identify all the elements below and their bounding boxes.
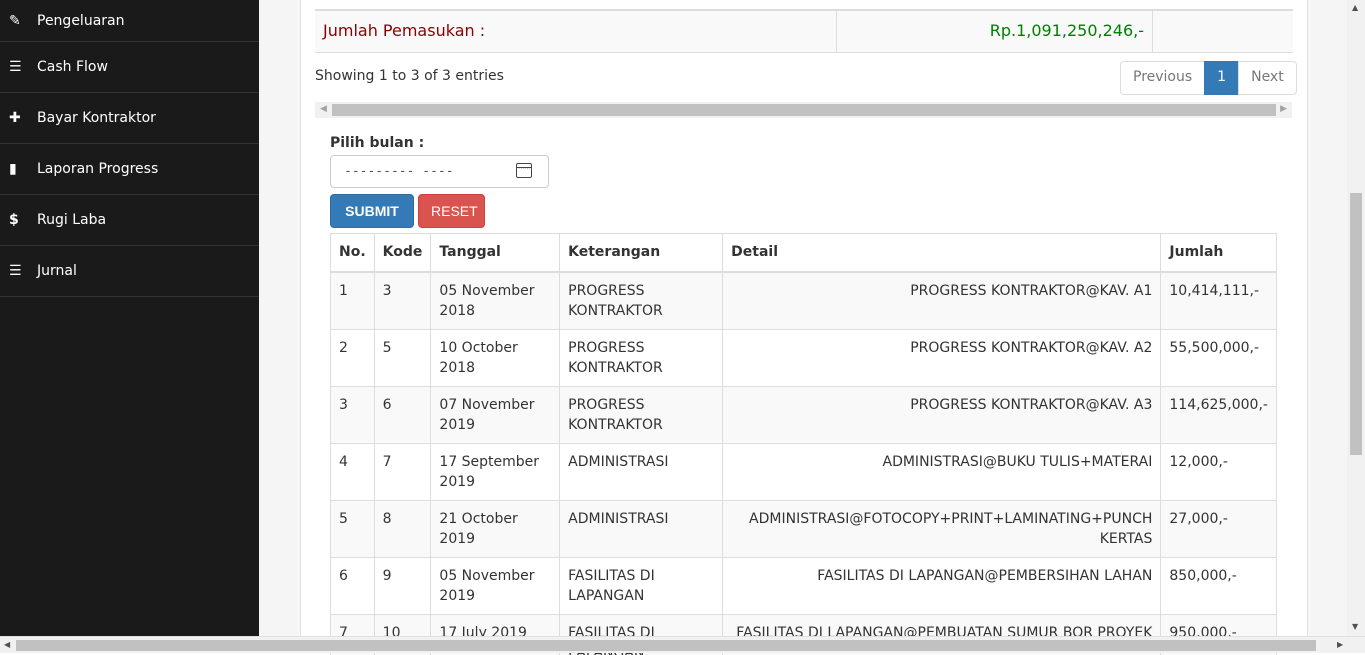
sidebar-item-rugi-laba[interactable]: $ Rugi Laba [0,195,259,246]
sidebar-item-jurnal[interactable]: ☰ Jurnal [0,246,259,297]
cell-keterangan: ADMINISTRASI [559,442,724,501]
cell-detail: ADMINISTRASI@BUKU TULIS+MATERAI [722,442,1162,501]
cell-tanggal: 10 October 2018 [430,328,561,387]
cell-detail: ADMINISTRASI@FOTOCOPY+PRINT+LAMINATING+P… [722,499,1162,558]
sidebar: ✎ Pengeluaran ☰ Cash Flow ✚ Bayar Kontraktor ▮… [0,0,259,636]
sidebar-item-cash-flow[interactable]: ☰ Cash Flow [0,42,259,93]
cell-jumlah: 10,414,111,- [1160,271,1277,330]
header-keterangan[interactable]: Keterangan [559,233,724,273]
cell-detail: PROGRESS KONTRAKTOR@KAV. A1 [722,271,1162,330]
scroll-down-icon[interactable]: ▼ [1352,622,1358,631]
cell-jumlah: 850,000,- [1160,556,1277,615]
cell-jumlah: 27,000,- [1160,499,1277,558]
table-row: 5 8 21 October 2019 ADMINISTRASI ADMINISTRAS… [330,499,1277,558]
cell-kode: 8 [373,499,432,558]
sidebar-item-label: Bayar Kontraktor [37,110,156,126]
cell-tanggal: 21 October 2019 [430,499,561,558]
submit-button[interactable]: SUBMIT [330,194,414,228]
cell-keterangan: FASILITAS DI LAPANGAN [559,556,724,615]
table-row: 4 7 17 September 2019 ADMINISTRASI ADMINISTR… [330,442,1277,501]
next-page-button[interactable]: Next [1238,61,1297,95]
cell-keterangan: PROGRESS KONTRAKTOR [559,385,724,444]
total-empty-cell [1153,11,1293,52]
entries-info: Showing 1 to 3 of 3 entries [315,68,504,84]
cell-no: 4 [330,442,375,501]
scroll-up-icon[interactable]: ▲ [1352,3,1358,12]
scrollbar-thumb[interactable] [332,104,1276,116]
header-kode[interactable]: Kode [373,233,432,273]
cell-kode: 3 [373,271,432,330]
sidebar-item-label: Cash Flow [37,59,108,75]
previous-page-button[interactable]: Previous [1120,61,1206,95]
cell-jumlah: 114,625,000,- [1160,385,1277,444]
scroll-right-icon[interactable]: ▶ [1280,104,1287,114]
page-scroll-left-icon[interactable]: ◀ [4,640,10,649]
total-income-value: Rp.1,091,250,246,- [837,11,1153,52]
cell-no: 5 [330,499,375,558]
page-scroll-right-icon[interactable]: ▶ [1337,640,1343,649]
cell-tanggal: 05 November 2019 [430,556,561,615]
cell-kode: 9 [373,556,432,615]
cell-kode: 5 [373,328,432,387]
cell-no: 3 [330,385,375,444]
total-row: Jumlah Pemasukan : Rp.1,091,250,246,- [315,11,1293,53]
journal-icon: ☰ [9,263,22,279]
month-filter-label: Pilih bulan : [330,135,425,151]
cell-keterangan: ADMINISTRASI [559,499,724,558]
header-tanggal[interactable]: Tanggal [430,233,561,273]
pagination: Previous 1 Next [1120,61,1297,95]
sidebar-item-label: Jurnal [37,263,77,279]
cell-tanggal: 17 September 2019 [430,442,561,501]
table-row: 6 9 05 November 2019 FASILITAS DI LAPANGAN F… [330,556,1277,615]
dollar-icon: $ [9,212,19,228]
cell-no: 1 [330,271,375,330]
sidebar-item-label: Rugi Laba [37,212,107,228]
cell-keterangan: PROGRESS KONTRAKTOR [559,271,724,330]
sidebar-item-pengeluaran[interactable]: ✎ Pengeluaran [0,0,259,42]
sidebar-item-laporan-progress[interactable]: ▮ Laporan Progress [0,144,259,195]
page-scrollbar-thumb[interactable] [16,640,1316,651]
cell-jumlah: 12,000,- [1160,442,1277,501]
cell-detail: PROGRESS KONTRAKTOR@KAV. A2 [722,328,1162,387]
scroll-left-icon[interactable]: ◀ [320,104,327,114]
total-income-label: Jumlah Pemasukan : [315,11,837,52]
cell-tanggal: 05 November 2018 [430,271,561,330]
calendar-icon[interactable] [516,163,532,178]
header-no[interactable]: No. [330,233,375,273]
table-horizontal-scrollbar[interactable]: ◀ ▶ [315,102,1292,118]
vertical-scrollbar-thumb[interactable] [1350,193,1362,455]
header-jumlah[interactable]: Jumlah [1160,233,1277,273]
cell-no: 2 [330,328,375,387]
edit-icon: ✎ [9,12,21,29]
sidebar-item-label: Pengeluaran [37,12,125,29]
cell-kode: 7 [373,442,432,501]
table-row: 1 3 05 November 2018 PROGRESS KONTRAKTOR PRO… [330,271,1277,330]
sidebar-item-bayar-kontraktor[interactable]: ✚ Bayar Kontraktor [0,93,259,144]
cell-keterangan: PROGRESS KONTRAKTOR [559,328,724,387]
expense-table: No. Kode Tanggal Keterangan Detail Jumla… [330,233,1277,655]
reset-button[interactable]: RESET [418,194,485,228]
page-1-button[interactable]: 1 [1204,61,1240,95]
table-row: 3 6 07 November 2019 PROGRESS KONTRAKTOR PRO… [330,385,1277,444]
plus-icon: ✚ [9,110,21,126]
cell-jumlah: 55,500,000,- [1160,328,1277,387]
income-summary-table: Jumlah Pemasukan : Rp.1,091,250,246,- [315,0,1293,53]
table-row: 2 5 10 October 2018 PROGRESS KONTRAKTOR PROG… [330,328,1277,387]
table-row-partial [315,0,1293,11]
cell-detail: FASILITAS DI LAPANGAN@PEMBERSIHAN LAHAN [722,556,1162,615]
header-detail[interactable]: Detail [722,233,1162,273]
page-horizontal-scrollbar[interactable]: ◀ ▶ [0,636,1365,653]
cell-tanggal: 07 November 2019 [430,385,561,444]
bar-chart-icon: ▮ [9,161,17,177]
cell-kode: 6 [373,385,432,444]
cell-detail: PROGRESS KONTRAKTOR@KAV. A3 [722,385,1162,444]
list-icon: ☰ [9,59,22,75]
page-vertical-scrollbar[interactable]: ▲ ▼ [1347,0,1365,636]
cell-no: 6 [330,556,375,615]
table-header-row: No. Kode Tanggal Keterangan Detail Jumla… [330,233,1277,273]
sidebar-item-label: Laporan Progress [37,161,159,177]
